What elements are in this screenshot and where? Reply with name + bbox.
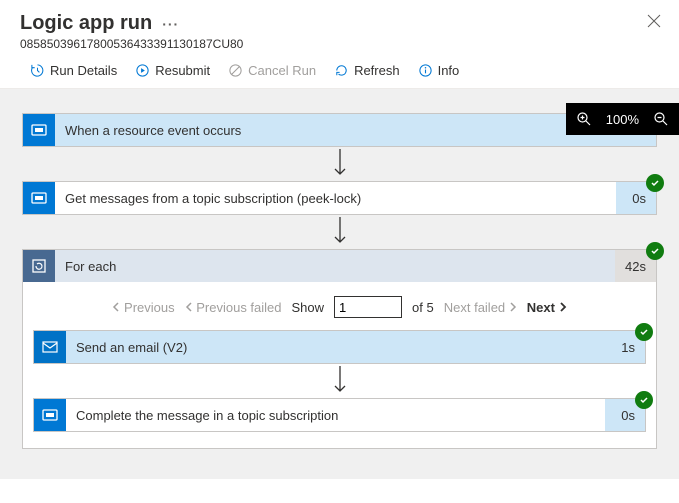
step-get-messages-label: Get messages from a topic subscription (… <box>55 182 616 214</box>
run-details-label: Run Details <box>50 63 117 78</box>
refresh-icon <box>334 63 349 78</box>
zoom-out-button[interactable] <box>653 111 669 127</box>
check-icon <box>650 246 660 256</box>
foreach-pager: Previous Previous failed Show of 5 Next … <box>112 296 566 318</box>
connector <box>22 147 657 181</box>
cancel-icon <box>228 63 243 78</box>
close-button[interactable] <box>647 14 661 28</box>
success-badge <box>635 391 653 409</box>
check-icon <box>639 395 649 405</box>
step-complete-message[interactable]: Complete the message in a topic subscrip… <box>33 398 646 432</box>
step-trigger[interactable]: When a resource event occurs 0s <box>22 113 657 147</box>
cancel-run-button: Cancel Run <box>228 63 316 78</box>
chevron-left-icon <box>185 302 193 312</box>
zoom-out-icon <box>653 111 669 127</box>
chevron-right-icon <box>509 302 517 312</box>
loop-icon <box>23 250 55 282</box>
chevron-left-icon <box>112 302 120 312</box>
pager-previous-failed: Previous failed <box>185 300 282 315</box>
zoom-level: 100% <box>606 112 639 127</box>
success-badge <box>646 242 664 260</box>
resubmit-button[interactable]: Resubmit <box>135 63 210 78</box>
step-trigger-label: When a resource event occurs <box>55 114 616 146</box>
success-badge <box>646 174 664 192</box>
step-foreach-label: For each <box>55 250 615 282</box>
history-icon <box>30 63 45 78</box>
refresh-button[interactable]: Refresh <box>334 63 400 78</box>
title-text: Logic app run <box>20 12 152 35</box>
step-foreach[interactable]: For each 42s Previous Previous failed Sh… <box>22 249 657 449</box>
step-send-email-label: Send an email (V2) <box>66 331 605 363</box>
servicebus-icon <box>34 399 66 431</box>
pager-next-failed: Next failed <box>444 300 517 315</box>
zoom-toolbar: 100% <box>566 103 679 135</box>
resubmit-label: Resubmit <box>155 63 210 78</box>
refresh-label: Refresh <box>354 63 400 78</box>
outlook-icon <box>34 331 66 363</box>
check-icon <box>639 327 649 337</box>
cancel-run-label: Cancel Run <box>248 63 316 78</box>
step-complete-message-label: Complete the message in a topic subscrip… <box>66 399 605 431</box>
more-icon[interactable]: ··· <box>162 16 179 32</box>
chevron-right-icon <box>559 302 567 312</box>
foreach-body: Previous Previous failed Show of 5 Next … <box>23 282 656 448</box>
step-get-messages[interactable]: Get messages from a topic subscription (… <box>22 181 657 215</box>
check-icon <box>650 178 660 188</box>
connector <box>22 215 657 249</box>
info-button[interactable]: Info <box>418 63 460 78</box>
eventgrid-icon <box>23 114 55 146</box>
page-title: Logic app run ··· <box>20 12 659 35</box>
close-icon <box>647 14 661 28</box>
pager-show-label: Show <box>292 300 325 315</box>
pager-current-input[interactable] <box>334 296 402 318</box>
pager-of-total: of 5 <box>412 300 434 315</box>
step-send-email[interactable]: Send an email (V2) 1s <box>33 330 646 364</box>
play-circle-icon <box>135 63 150 78</box>
designer-canvas: 100% When a resource event occurs 0s Get… <box>0 89 679 479</box>
info-icon <box>418 63 433 78</box>
pager-previous: Previous <box>112 300 174 315</box>
connector <box>333 364 347 398</box>
zoom-in-button[interactable] <box>576 111 592 127</box>
servicebus-icon <box>23 182 55 214</box>
run-id: 08585039617800536433391130187CU80 <box>20 37 659 51</box>
pager-next[interactable]: Next <box>527 300 567 315</box>
toolbar: Run Details Resubmit Cancel Run Refresh … <box>0 51 679 89</box>
success-badge <box>635 323 653 341</box>
run-details-button[interactable]: Run Details <box>30 63 117 78</box>
info-label: Info <box>438 63 460 78</box>
zoom-in-icon <box>576 111 592 127</box>
